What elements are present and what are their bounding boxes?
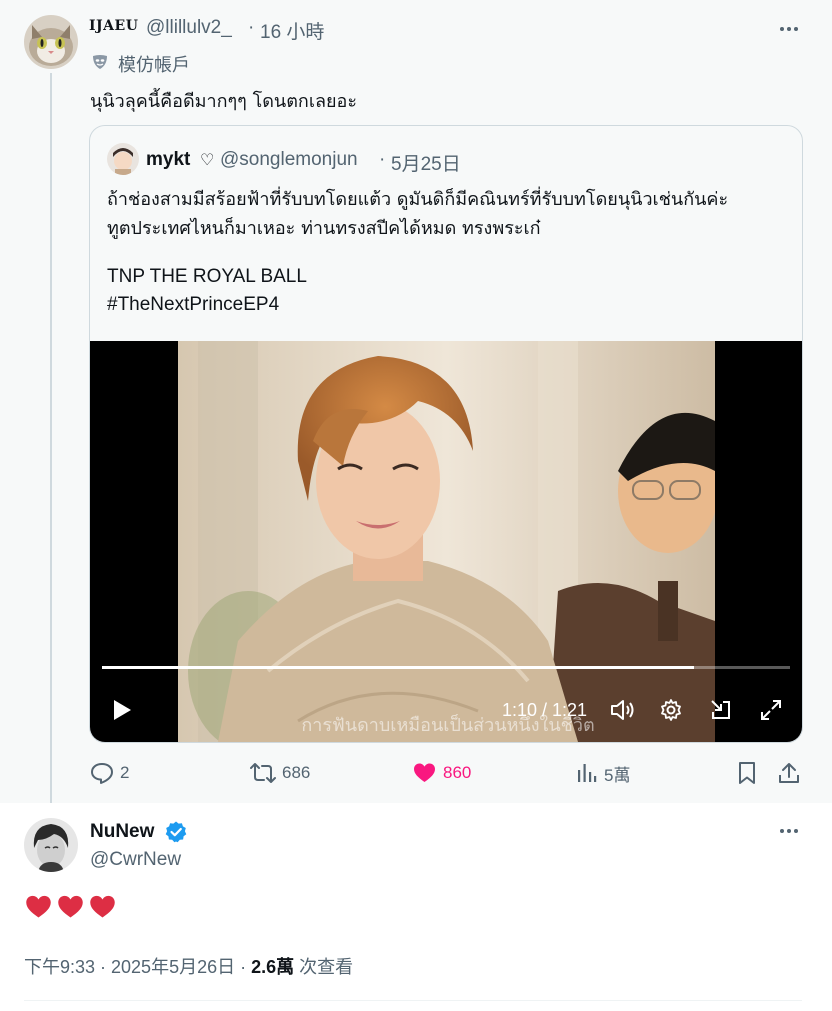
main-author-handle[interactable]: @CwrNew [90,849,181,871]
heart-filled-icon [414,763,435,782]
main-more-icon[interactable] [780,829,798,833]
red-heart-emoji-icon [26,895,51,918]
quote-author-avatar[interactable] [107,143,139,175]
views-count: 5萬 [604,765,631,785]
share-upload-icon [779,763,799,783]
reply-action[interactable]: 2 [90,760,129,786]
quote-date[interactable]: 5月25日 [391,149,461,176]
main-tweet-meta: 下午9:33 · 2025年5月26日 · 2.6萬 次查看 [24,953,353,979]
video-frame: การฟันดาบเหมือนเป็นส่วนหนึ่งในชีวิต [178,341,715,742]
retweet-action[interactable]: 686 [250,760,310,786]
parody-mask-icon [90,52,110,72]
main-views-count: 2.6萬 [251,957,295,977]
video-progress-fill [102,666,694,669]
main-timestamp[interactable]: 下午9:33 · 2025年5月26日 · [24,957,251,977]
bookmark-icon [739,762,755,784]
share-action[interactable] [778,760,800,786]
main-tweet-text: ❤️❤️❤️ [24,893,117,925]
main-views-label: 次查看 [294,957,354,977]
picture-in-picture-icon[interactable] [709,698,733,722]
bookmark-action[interactable] [737,760,757,786]
quote-author-handle[interactable]: @songlemonjun [220,149,358,171]
retweet-icon [250,763,276,783]
verified-badge-icon [164,820,188,844]
video-progress-track[interactable] [102,666,790,669]
volume-icon[interactable] [609,697,635,723]
quote-heart-symbol: ♡ [200,152,215,169]
reply-bubble-icon [91,763,113,784]
main-author-avatar[interactable] [24,818,78,872]
play-icon[interactable] [110,698,134,722]
thread-connector-line [50,73,52,803]
quote-text-line-2: ทูตประเทศไหนก็มาเหอะ ท่านทรงสปีคได้หมด ท… [107,218,541,239]
reply-text: นุนิวลุคนี้คือดีมากๆๆ โดนตกเลยอะ [90,91,358,112]
reply-author-avatar[interactable] [24,15,78,69]
quote-separator-dot: · [379,149,386,170]
like-action[interactable]: 860 [412,760,471,786]
red-heart-emoji-icon [58,895,83,918]
reply-time[interactable]: 16 小時 [260,17,324,44]
divider [24,1000,802,1001]
red-heart-emoji-icon [90,895,115,918]
reply-author-handle[interactable]: @llillulv2_ [146,17,232,39]
retweet-count: 686 [282,763,311,782]
reply-count: 2 [120,763,130,782]
quote-text-line-3: TNP THE ROYAL BALL [107,266,307,287]
main-author-name[interactable]: NuNew [90,821,154,843]
reply-separator-dot: · [248,17,255,38]
like-count: 860 [443,763,472,782]
quote-author-name[interactable]: mykt [146,149,190,171]
video-time: 1:10 / 1:21 [502,700,588,720]
video-player[interactable]: การฟันดาบเหมือนเป็นส่วนหนึ่งในชีวิต 1:10… [90,341,802,742]
quote-hashtag[interactable]: #TheNextPrinceEP4 [107,294,279,316]
fullscreen-icon[interactable] [759,698,783,722]
parody-account-label: 模仿帳戶 [118,55,190,75]
analytics-bars-icon [578,764,597,782]
reply-more-icon[interactable] [780,27,798,31]
quoted-tweet-card[interactable]: mykt ♡ @songlemonjun · 5月25日 ถ้าช่องสามม… [89,125,803,743]
settings-gear-icon[interactable] [659,698,683,722]
views-action[interactable]: 5萬 [576,760,630,786]
reply-author-name[interactable]: IJAEU [89,18,138,34]
quote-text-line-1: ถ้าช่องสามมีสร้อยฟ้าที่รับบทโดยแต้ว ดูมั… [107,189,729,210]
